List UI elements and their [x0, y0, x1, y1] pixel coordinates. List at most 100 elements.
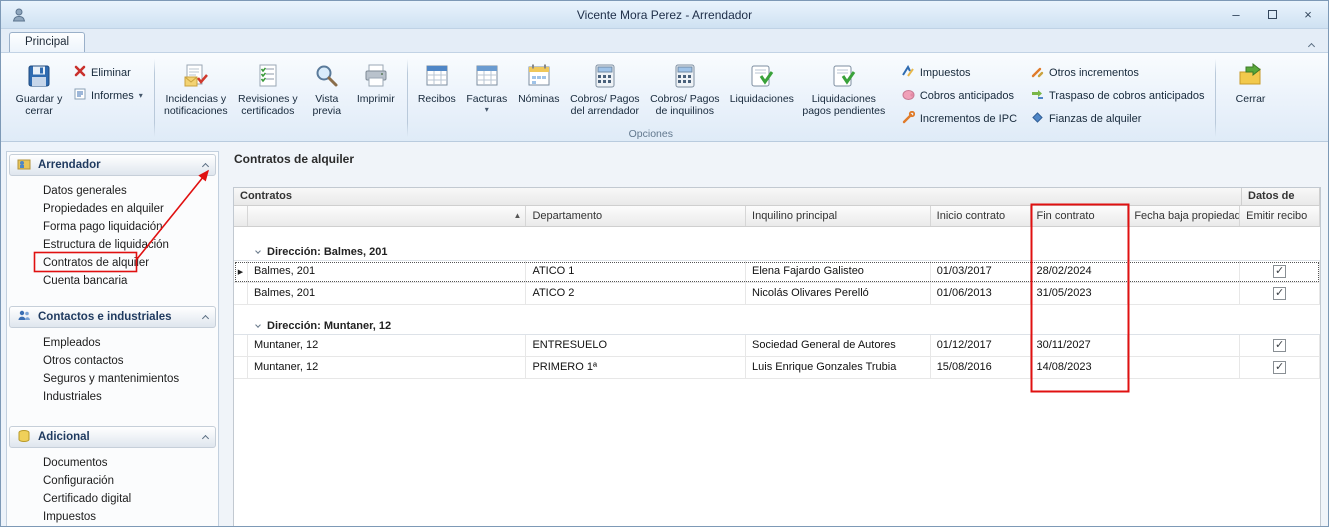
revisiones-label: Revisiones y certificados — [232, 93, 304, 118]
column-header-direccion[interactable]: ▲ — [248, 206, 526, 226]
cobros-anticipados-button[interactable]: Cobros anticipados — [898, 87, 1021, 104]
sidebar-item-datos-generales[interactable]: Datos generales — [9, 182, 216, 200]
save-and-close-button[interactable]: Guardar y cerrar — [10, 58, 68, 127]
cell-departamento[interactable]: PRIMERO 1ª — [526, 357, 746, 378]
cell-fecha-baja[interactable] — [1128, 357, 1240, 378]
cell-direccion[interactable]: Balmes, 201 — [248, 283, 526, 304]
cell-fecha-baja[interactable] — [1128, 261, 1240, 282]
incidencias-button[interactable]: Incidencias y notificaciones — [160, 58, 232, 127]
row-indicator: ▶ — [234, 261, 248, 282]
maximize-button[interactable] — [1262, 7, 1282, 23]
sidebar-item-impuestos[interactable]: Impuestos — [9, 508, 216, 526]
incrementos-ipc-button[interactable]: Incrementos de IPC — [898, 110, 1021, 127]
sidebar-item-configuracion[interactable]: Configuración — [9, 472, 216, 490]
chevron-up-icon[interactable] — [203, 313, 208, 321]
liquidaciones-icon — [749, 61, 775, 91]
cell-fin[interactable]: 14/08/2023 — [1031, 357, 1129, 378]
column-header-inquilino[interactable]: Inquilino principal — [746, 206, 931, 226]
cell-fecha-baja[interactable] — [1128, 283, 1240, 304]
facturas-button[interactable]: Facturas ▾ — [461, 58, 513, 127]
cell-inicio[interactable]: 15/08/2016 — [931, 357, 1031, 378]
tab-principal[interactable]: Principal — [9, 32, 85, 52]
column-header-departamento[interactable]: Departamento — [526, 206, 746, 226]
delete-button[interactable]: Eliminar — [70, 64, 147, 81]
ribbon-collapse-button[interactable] — [1309, 36, 1314, 54]
sidebar-item-cuenta-bancaria[interactable]: Cuenta bancaria — [9, 272, 216, 290]
chevron-up-icon[interactable] — [203, 161, 208, 169]
cobros-pagos-inquilinos-button[interactable]: Cobros/ Pagos de inquilinos — [645, 58, 725, 127]
table-row[interactable]: Muntaner, 12 PRIMERO 1ª Luis Enrique Gon… — [234, 357, 1320, 379]
sidebar-item-propiedades-en-alquiler[interactable]: Propiedades en alquiler — [9, 200, 216, 218]
ribbon-separator — [154, 59, 155, 137]
traspaso-button[interactable]: Traspaso de cobros anticipados — [1027, 87, 1209, 104]
cell-departamento[interactable]: ENTRESUELO — [526, 335, 746, 356]
ribbon-group-file: Guardar y cerrar Eliminar Informes ▾ — [7, 56, 152, 140]
table-row[interactable]: ▶ Balmes, 201 ATICO 1 Elena Fajardo Gali… — [234, 261, 1320, 283]
cobros-pagos-arrendador-button[interactable]: Cobros/ Pagos del arrendador — [565, 58, 645, 127]
vista-previa-button[interactable]: Vista previa — [304, 58, 350, 127]
cell-inquilino[interactable]: Sociedad General de Autores — [746, 335, 931, 356]
incrementos-ipc-label: Incrementos de IPC — [920, 113, 1017, 125]
band-datos[interactable]: Datos de — [1242, 188, 1320, 205]
nominas-button[interactable]: Nóminas — [513, 58, 565, 127]
chevron-up-icon[interactable] — [203, 433, 208, 441]
cell-inicio[interactable]: 01/03/2017 — [931, 261, 1031, 282]
sidebar-section-arrendador[interactable]: Arrendador — [9, 154, 216, 176]
sidebar-item-certificado-digital[interactable]: Certificado digital — [9, 490, 216, 508]
cell-direccion[interactable]: Muntaner, 12 — [248, 335, 526, 356]
fianzas-button[interactable]: Fianzas de alquiler — [1027, 110, 1209, 127]
cell-departamento[interactable]: ATICO 2 — [526, 283, 746, 304]
row-indicator-header — [234, 206, 248, 226]
cell-inquilino[interactable]: Nicolás Olivares Perelló — [746, 283, 931, 304]
table-row[interactable]: Muntaner, 12 ENTRESUELO Sociedad General… — [234, 335, 1320, 357]
cell-inicio[interactable]: 01/06/2013 — [931, 283, 1031, 304]
sidebar-item-empleados[interactable]: Empleados — [9, 334, 216, 352]
otros-incrementos-button[interactable]: Otros incrementos — [1027, 64, 1209, 81]
reports-button[interactable]: Informes ▾ — [70, 87, 147, 104]
sidebar-item-otros-contactos[interactable]: Otros contactos — [9, 352, 216, 370]
transfer-arrows-icon — [1031, 88, 1044, 104]
liquidaciones-pendientes-button[interactable]: Liquidaciones pagos pendientes — [799, 58, 889, 127]
cell-emitir: ✓ — [1240, 261, 1320, 282]
sidebar-section-contactos[interactable]: Contactos e industriales — [9, 306, 216, 328]
sidebar-item-industriales[interactable]: Industriales — [9, 388, 216, 406]
band-contratos[interactable]: Contratos — [234, 188, 1242, 205]
emitir-checkbox[interactable]: ✓ — [1273, 265, 1286, 278]
emitir-checkbox[interactable]: ✓ — [1273, 361, 1286, 374]
group-row-muntaner[interactable]: Dirección: Muntaner, 12 — [234, 317, 1320, 335]
emitir-checkbox[interactable]: ✓ — [1273, 287, 1286, 300]
cell-direccion[interactable]: Muntaner, 12 — [248, 357, 526, 378]
sidebar-item-contratos-de-alquiler[interactable]: Contratos de alquiler — [9, 254, 216, 272]
column-header-fecha-baja[interactable]: Fecha baja propiedad — [1128, 206, 1240, 226]
sidebar-item-seguros-y-mantenimientos[interactable]: Seguros y mantenimientos — [9, 370, 216, 388]
liquidaciones-button[interactable]: Liquidaciones — [725, 58, 799, 127]
revisiones-button[interactable]: Revisiones y certificados — [232, 58, 304, 127]
recibos-button[interactable]: Recibos — [413, 58, 461, 127]
column-header-emitir-recibo[interactable]: Emitir recibo — [1240, 206, 1320, 226]
cerrar-button[interactable]: Cerrar — [1221, 58, 1281, 127]
close-button[interactable]: × — [1298, 7, 1318, 23]
imprimir-button[interactable]: Imprimir — [350, 58, 402, 127]
impuestos-button[interactable]: Impuestos — [898, 64, 1021, 81]
cell-direccion[interactable]: Balmes, 201 — [248, 261, 526, 282]
sidebar-item-estructura-de-liquidacion[interactable]: Estructura de liquidación — [9, 236, 216, 254]
group-row-balmes[interactable]: Dirección: Balmes, 201 — [234, 243, 1320, 261]
cell-departamento[interactable]: ATICO 1 — [526, 261, 746, 282]
cell-fin[interactable]: 30/11/2027 — [1031, 335, 1129, 356]
cell-fin[interactable]: 28/02/2024 — [1031, 261, 1129, 282]
cell-inquilino[interactable]: Luis Enrique Gonzales Trubia — [746, 357, 931, 378]
cell-inicio[interactable]: 01/12/2017 — [931, 335, 1031, 356]
minimize-button[interactable]: – — [1226, 7, 1246, 23]
column-header-inicio-contrato[interactable]: Inicio contrato — [931, 206, 1031, 226]
sidebar-section-adicional[interactable]: Adicional — [9, 426, 216, 448]
table-row[interactable]: Balmes, 201 ATICO 2 Nicolás Olivares Per… — [234, 283, 1320, 305]
cell-fin[interactable]: 31/05/2023 — [1031, 283, 1129, 304]
cell-inquilino[interactable]: Elena Fajardo Galisteo — [746, 261, 931, 282]
arrendador-icon — [17, 157, 31, 174]
ribbon-separator — [1215, 59, 1216, 137]
column-header-fin-contrato[interactable]: Fin contrato — [1031, 206, 1129, 226]
emitir-checkbox[interactable]: ✓ — [1273, 339, 1286, 352]
sidebar-item-forma-pago-liquidacion[interactable]: Forma pago liquidación — [9, 218, 216, 236]
cell-fecha-baja[interactable] — [1128, 335, 1240, 356]
sidebar-item-documentos[interactable]: Documentos — [9, 454, 216, 472]
